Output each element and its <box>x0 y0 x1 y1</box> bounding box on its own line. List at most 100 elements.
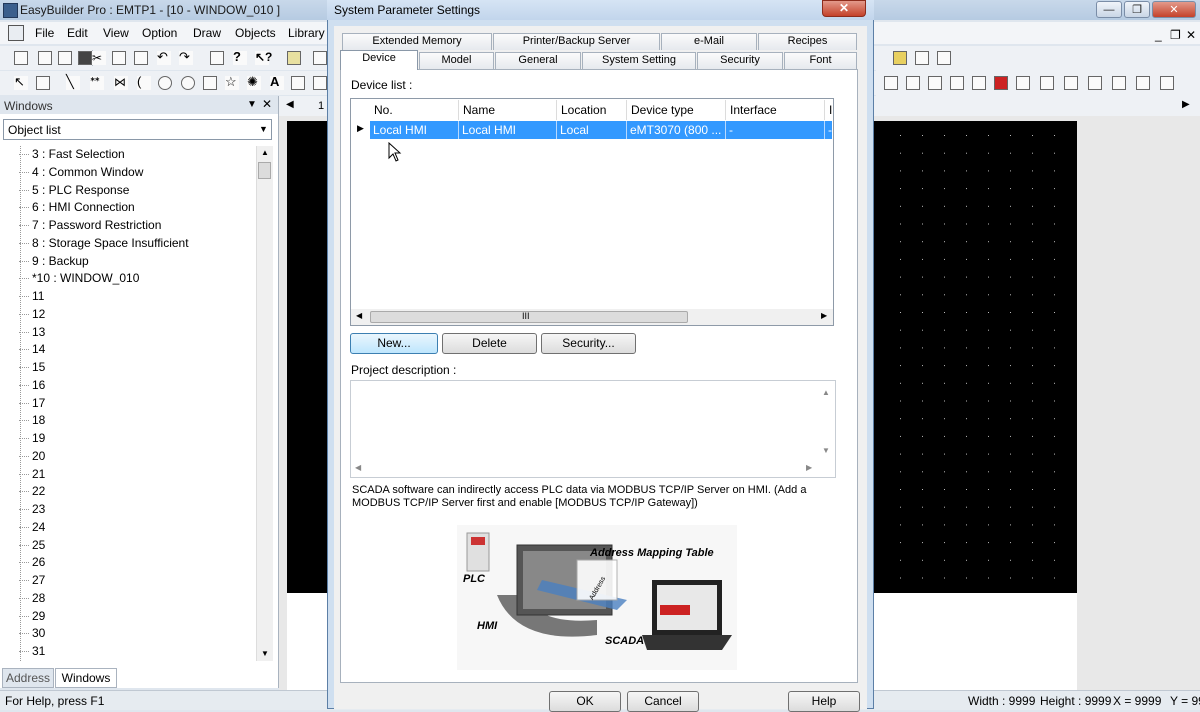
cut-icon[interactable]: ✂ <box>92 51 106 65</box>
tab-address[interactable]: Address <box>2 668 54 688</box>
tab-device[interactable]: Device <box>340 50 418 70</box>
object-picture-icon[interactable] <box>906 76 920 90</box>
tab-email[interactable]: e-Mail <box>661 33 757 50</box>
new-file-icon[interactable] <box>38 51 52 65</box>
restore-button[interactable]: ❐ <box>1124 1 1150 18</box>
desc-scroll-down-icon[interactable]: ▼ <box>822 446 830 455</box>
redo-icon[interactable]: ↷ <box>179 50 193 65</box>
object-trend-icon[interactable] <box>928 76 942 90</box>
system-menu-icon[interactable] <box>8 25 24 41</box>
tree-item[interactable]: 27 <box>2 572 256 590</box>
object-macro-icon[interactable] <box>1088 76 1102 90</box>
minimize-button[interactable]: — <box>1096 1 1122 18</box>
tab-scroll-right-icon[interactable]: ▶ <box>1182 99 1190 110</box>
ellipse-icon[interactable] <box>181 76 195 90</box>
tab-scroll-left-icon[interactable]: ◀ <box>286 99 294 110</box>
column-header-name[interactable]: Name <box>459 100 557 120</box>
menu-option[interactable]: Option <box>142 26 177 40</box>
security-button[interactable]: Security... <box>541 333 636 354</box>
tab-model[interactable]: Model <box>419 52 494 69</box>
object-data-transfer-icon[interactable] <box>1040 76 1054 90</box>
project-description-field[interactable] <box>350 380 836 478</box>
chevron-down-icon[interactable]: ▼ <box>259 124 268 134</box>
menu-draw[interactable]: Draw <box>193 26 221 40</box>
tree-item[interactable]: 7 : Password Restriction <box>2 217 256 235</box>
object-alarm-icon[interactable] <box>994 76 1008 90</box>
sunburst-icon[interactable]: ✺ <box>247 75 261 90</box>
new-device-button[interactable]: New... <box>350 333 438 354</box>
tree-item[interactable]: 30 <box>2 625 256 643</box>
mdi-minimize-button[interactable]: _ <box>1155 28 1162 42</box>
mdi-restore-button[interactable]: ❐ <box>1170 28 1181 42</box>
tree-vertical-scrollbar[interactable]: ▲ ▼ <box>256 146 273 661</box>
print-icon[interactable] <box>210 51 224 65</box>
rectangle-icon[interactable] <box>203 76 217 90</box>
line-icon[interactable]: ╲ <box>66 75 80 90</box>
tree-item[interactable]: *10 : WINDOW_010 <box>2 270 256 288</box>
object-event-icon[interactable] <box>1016 76 1030 90</box>
menu-view[interactable]: View <box>103 26 129 40</box>
close-app-button[interactable]: ✕ <box>1152 1 1196 18</box>
column-header-truncated[interactable]: I <box>825 100 833 120</box>
tree-item[interactable]: 28 <box>2 590 256 608</box>
context-help-icon[interactable]: ↖? <box>255 51 272 65</box>
tab-recipes[interactable]: Recipes <box>758 33 857 50</box>
tab-general[interactable]: General <box>495 52 581 69</box>
star-icon[interactable]: ☆ <box>225 75 239 90</box>
object-timer-icon[interactable] <box>1112 76 1126 90</box>
object-chart-icon[interactable] <box>937 51 951 65</box>
column-header-device-type[interactable]: Device type <box>627 100 726 120</box>
tree-item[interactable]: 9 : Backup <box>2 253 256 271</box>
tab-printer-backup-server[interactable]: Printer/Backup Server <box>493 33 660 50</box>
tree-item[interactable]: 23 <box>2 501 256 519</box>
polygon-icon[interactable]: ⋈ <box>114 76 128 90</box>
save-icon[interactable] <box>78 51 92 65</box>
object-bit-lamp-icon[interactable] <box>893 51 907 65</box>
dialog-close-button[interactable]: ✕ <box>822 0 866 17</box>
tree-item[interactable]: 11 <box>2 288 256 306</box>
scale-icon[interactable] <box>313 76 327 90</box>
window-tab[interactable]: 1 <box>318 100 324 112</box>
object-backup-icon[interactable] <box>1064 76 1078 90</box>
panel-dropdown-icon[interactable]: ▼ <box>247 99 257 110</box>
tree-item[interactable]: 26 <box>2 554 256 572</box>
tree-item[interactable]: 3 : Fast Selection <box>2 146 256 164</box>
polyline-icon[interactable]: ᕯ <box>90 76 104 90</box>
scroll-up-icon[interactable]: ▲ <box>261 148 269 157</box>
tree-item[interactable]: 19 <box>2 430 256 448</box>
tree-item[interactable]: 4 : Common Window <box>2 164 256 182</box>
tab-extended-memory[interactable]: Extended Memory <box>342 33 492 50</box>
tab-system-setting[interactable]: System Setting <box>582 52 696 69</box>
tab-security[interactable]: Security <box>697 52 783 69</box>
desc-scroll-right-icon[interactable]: ▶ <box>806 463 812 472</box>
arc-icon[interactable]: ( <box>137 75 151 90</box>
tree-item[interactable]: 21 <box>2 466 256 484</box>
panel-close-icon[interactable]: ✕ <box>262 97 272 111</box>
column-header-interface[interactable]: Interface <box>726 100 825 120</box>
tree-item[interactable]: 13 <box>2 324 256 342</box>
shape-settings-icon[interactable] <box>36 76 50 90</box>
tree-item[interactable]: 14 <box>2 341 256 359</box>
desc-scroll-left-icon[interactable]: ◀ <box>355 463 361 472</box>
column-header-location[interactable]: Location <box>557 100 627 120</box>
desc-scroll-up-icon[interactable]: ▲ <box>822 388 830 397</box>
object-print-icon[interactable] <box>1136 76 1150 90</box>
menu-file[interactable]: File <box>35 26 54 40</box>
tree-item[interactable]: 31 <box>2 643 256 661</box>
column-header-no[interactable]: No. <box>370 100 459 120</box>
paste-icon[interactable] <box>134 51 148 65</box>
tree-item[interactable]: 22 <box>2 483 256 501</box>
tree-item[interactable]: 25 <box>2 537 256 555</box>
object-grid-icon[interactable] <box>950 76 964 90</box>
tree-item[interactable]: 16 <box>2 377 256 395</box>
tab-windows[interactable]: Windows <box>55 668 117 688</box>
tree-item[interactable]: 5 : PLC Response <box>2 182 256 200</box>
tree-item[interactable]: 12 <box>2 306 256 324</box>
tree-item[interactable]: 6 : HMI Connection <box>2 199 256 217</box>
object-table-icon[interactable] <box>884 76 898 90</box>
mdi-close-button[interactable]: ✕ <box>1186 28 1196 42</box>
menu-library[interactable]: Library <box>288 26 325 40</box>
table-draw-icon[interactable] <box>291 76 305 90</box>
scroll-down-icon[interactable]: ▼ <box>261 649 269 658</box>
object-io-icon[interactable] <box>972 76 986 90</box>
